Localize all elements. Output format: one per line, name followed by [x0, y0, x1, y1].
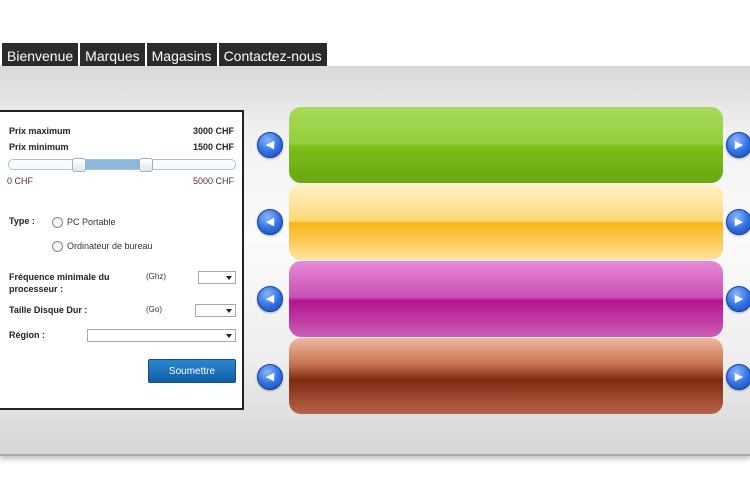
prix-max-value: 3000 CHF	[192, 126, 234, 136]
range-min-label: 0 CHF	[7, 176, 34, 186]
submit-button[interactable]: Soumettre	[148, 359, 236, 383]
disk-label: Taille Disque Dur :	[9, 305, 88, 315]
region-label: Région :	[9, 330, 45, 340]
slider-handle-min[interactable]	[72, 158, 86, 172]
carousel-row-magenta[interactable]	[289, 261, 723, 337]
prix-max-label: Prix maximum	[9, 126, 71, 136]
freq-select[interactable]	[198, 271, 236, 284]
disk-select[interactable]	[195, 304, 236, 317]
prev-arrow-icon[interactable]: ◀	[257, 132, 283, 158]
price-range-slider[interactable]	[8, 158, 236, 172]
carousel-row-brown[interactable]	[289, 338, 723, 414]
next-arrow-icon[interactable]: ▶	[726, 132, 750, 158]
next-arrow-icon[interactable]: ▶	[726, 286, 750, 312]
range-max-label: 5000 CHF	[192, 176, 234, 186]
filter-panel: Prix maximum 3000 CHF Prix minimum 1500 …	[0, 110, 244, 410]
next-arrow-icon[interactable]: ▶	[726, 209, 750, 235]
radio-pc-portable-label: PC Portable	[67, 217, 116, 227]
radio-pc-portable[interactable]	[52, 217, 63, 228]
prev-arrow-icon[interactable]: ◀	[257, 286, 283, 312]
slider-selected-range	[78, 160, 145, 169]
chevron-down-icon	[226, 276, 232, 280]
freq-unit: (Ghz)	[146, 272, 166, 281]
radio-ordinateur-bureau-label: Ordinateur de bureau	[67, 241, 153, 251]
carousel-row-yellow[interactable]	[289, 184, 723, 260]
radio-ordinateur-bureau[interactable]	[52, 241, 63, 252]
disk-unit: (Go)	[146, 305, 162, 314]
carousel-row-green[interactable]	[289, 107, 723, 183]
freq-label-line1: Fréquence minimale du	[9, 272, 110, 282]
prev-arrow-icon[interactable]: ◀	[257, 209, 283, 235]
slider-handle-max[interactable]	[139, 158, 153, 172]
chevron-down-icon	[226, 309, 232, 313]
region-select[interactable]	[87, 329, 236, 342]
next-arrow-icon[interactable]: ▶	[726, 364, 750, 390]
prev-arrow-icon[interactable]: ◀	[257, 364, 283, 390]
chevron-down-icon	[226, 334, 232, 338]
freq-label-line2: processeur :	[9, 284, 64, 294]
prix-min-label: Prix minimum	[9, 142, 69, 152]
prix-min-value: 1500 CHF	[192, 142, 234, 152]
type-label: Type :	[9, 216, 35, 226]
